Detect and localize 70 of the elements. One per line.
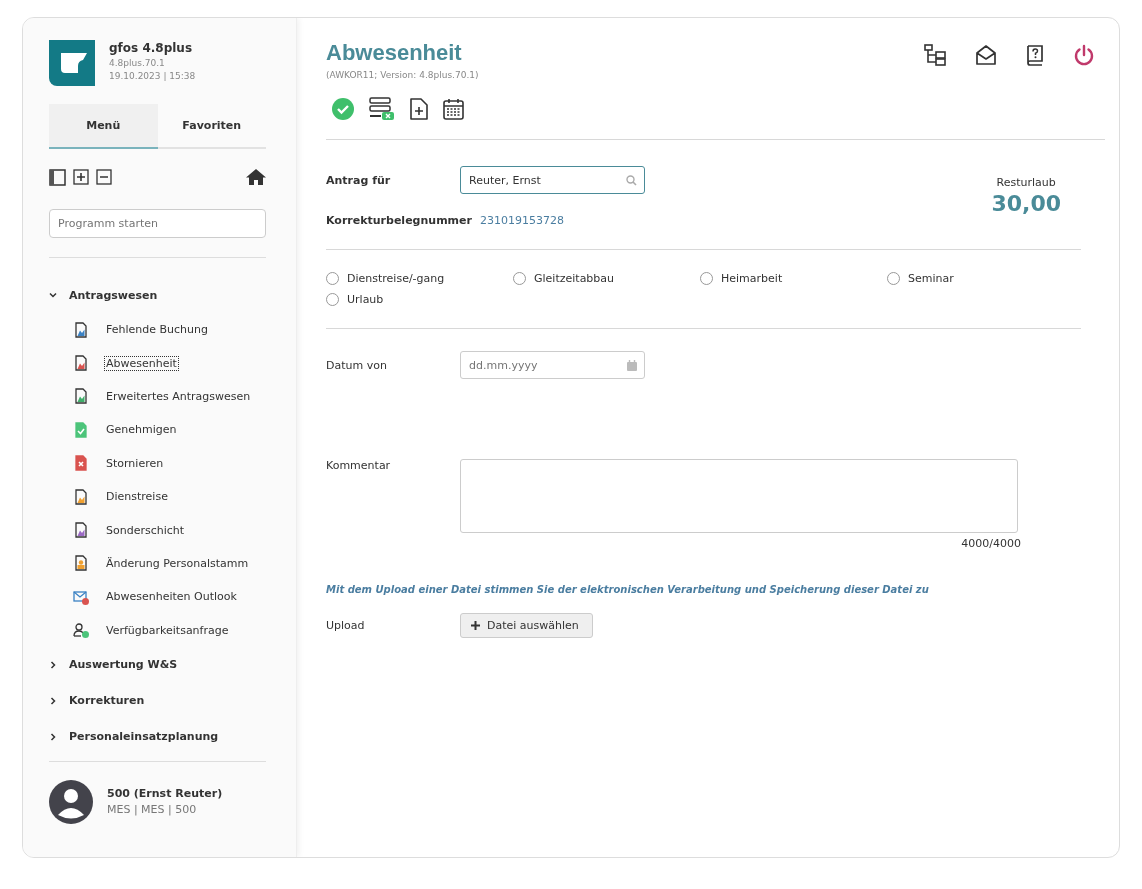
menu-group[interactable]: Korrekturen <box>49 682 266 719</box>
avatar-icon <box>49 779 93 824</box>
calendar-icon <box>627 359 637 371</box>
home-icon[interactable] <box>246 168 266 186</box>
correction-number: 231019153728 <box>479 214 564 227</box>
help-book-icon[interactable] <box>1025 44 1045 66</box>
plus-icon <box>471 621 480 630</box>
field-label: Upload <box>326 619 366 632</box>
document-cross-icon <box>73 455 89 472</box>
date-field[interactable]: dd.mm.yyyy <box>460 351 645 379</box>
menu-item[interactable]: Abwesenheiten Outlook <box>104 589 239 605</box>
panel-icon[interactable] <box>49 168 66 186</box>
radio-option[interactable]: Seminar <box>887 272 1074 285</box>
menu-item[interactable]: Genehmigen <box>104 422 179 438</box>
program-search-field[interactable]: Programm starten <box>49 209 266 238</box>
calendar-icon[interactable] <box>443 98 464 120</box>
menu-item[interactable]: Stornieren <box>104 455 166 471</box>
menu-group[interactable]: Personaleinsatzplanung <box>49 718 266 755</box>
check-circle-icon[interactable] <box>332 98 354 120</box>
document-check-icon <box>73 421 89 438</box>
person-search-field[interactable]: Reuter, Ernst <box>460 166 645 194</box>
field-label: Datum von <box>326 358 388 372</box>
choose-file-button[interactable]: Datei auswählen <box>460 613 593 638</box>
comment-field[interactable] <box>460 459 1018 533</box>
radio-option[interactable]: Gleitzeitabbau <box>513 272 700 285</box>
radio-option[interactable]: Urlaub <box>326 293 513 306</box>
menu-item[interactable]: Dienstreise <box>104 489 170 505</box>
document-plus-icon[interactable] <box>410 98 428 120</box>
menu-item[interactable]: Verfügbarkeitsanfrage <box>104 622 231 638</box>
document-icon <box>73 488 89 505</box>
mail-open-icon[interactable] <box>975 44 997 66</box>
collapse-all-icon[interactable] <box>96 169 112 185</box>
user-detail: MES | MES | 500 <box>107 803 198 817</box>
user-icon <box>73 622 89 639</box>
page-subtitle: (AWKOR11; Version: 4.8plus.70.1) <box>326 70 479 80</box>
logo-icon <box>49 40 95 86</box>
remaining-leave-label: Resturlaub <box>995 176 1057 189</box>
expand-all-icon[interactable] <box>73 169 89 185</box>
search-icon <box>626 174 637 186</box>
document-icon <box>73 355 89 372</box>
remaining-leave-value: 30,00 <box>991 191 1061 216</box>
menu-group[interactable]: Antragswesen <box>49 277 266 313</box>
document-icon <box>73 555 89 572</box>
radio-option[interactable]: Dienstreise/-gang <box>326 272 513 285</box>
upload-notice: Mit dem Upload einer Datei stimmen Sie der elektronischen Verarbeitung und Speicherung dieser Datei zu <box>326 584 930 595</box>
envelope-icon <box>73 588 89 605</box>
menu-item[interactable]: Fehlende Buchung <box>104 322 210 338</box>
app-name: gfos 4.8plus <box>109 41 194 55</box>
tab[interactable]: Favoriten <box>157 104 266 149</box>
menu-item[interactable]: Änderung Personalstamm <box>104 555 251 571</box>
list-delete-icon[interactable] <box>369 97 395 121</box>
app-datetime: 19.10.2023 | 15:38 <box>109 71 196 81</box>
page-title: Abwesenheit <box>326 40 463 66</box>
menu-item[interactable]: Abwesenheit <box>104 355 179 371</box>
radio-option[interactable]: Heimarbeit <box>700 272 887 285</box>
document-icon <box>73 321 89 338</box>
document-icon <box>73 522 89 539</box>
tree-icon[interactable] <box>923 43 947 67</box>
document-icon <box>73 388 89 405</box>
menu-item[interactable]: Sonderschicht <box>104 522 187 538</box>
user-name: 500 (Ernst Reuter) <box>107 787 223 801</box>
field-label: Kommentar <box>326 459 392 472</box>
app-version: 4.8plus.70.1 <box>109 58 166 68</box>
field-label: Antrag für <box>326 173 392 187</box>
character-counter: 4000/4000 <box>961 537 1021 550</box>
power-icon[interactable] <box>1073 44 1095 66</box>
field-label: Korrekturbelegnummer <box>326 214 472 227</box>
tab[interactable]: Menü <box>49 104 158 149</box>
menu-item[interactable]: Erweitertes Antragswesen <box>104 388 253 404</box>
menu-group[interactable]: Auswertung W&S <box>49 646 266 683</box>
